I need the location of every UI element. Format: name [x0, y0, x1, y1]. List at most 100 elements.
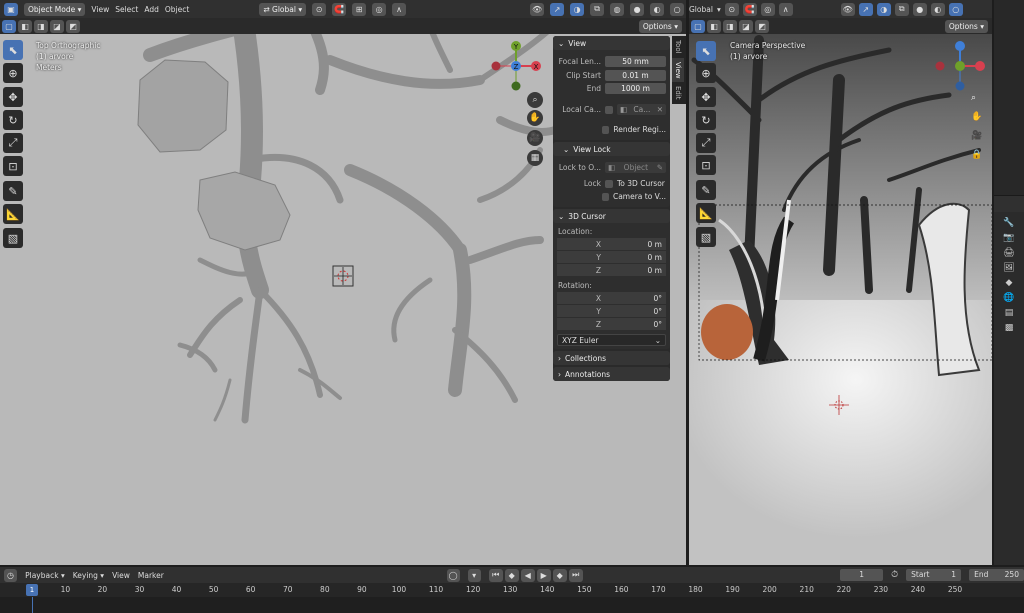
select-subtract-icon[interactable]: ◨ [723, 19, 737, 33]
collection-properties-icon[interactable]: ▤ [1005, 308, 1014, 318]
shading-material-icon[interactable]: ◐ [930, 2, 945, 16]
shading-rendered-icon[interactable]: ○ [948, 2, 963, 16]
menu-select[interactable]: Select [115, 5, 138, 14]
jump-start-icon[interactable]: ⏮ [488, 568, 503, 582]
pan-hand-icon[interactable]: ✋ [971, 112, 985, 126]
camera-navigation-gizmo[interactable] [934, 38, 990, 94]
tab-tool[interactable]: Tool [672, 36, 684, 58]
record-icon[interactable]: ◯ [446, 568, 460, 582]
transform-tool-icon[interactable]: ⊡ [696, 155, 716, 175]
xray-icon[interactable]: ⧉ [894, 2, 909, 16]
select-tool-icon[interactable]: ⬉ [3, 40, 23, 60]
to-3d-cursor-checkbox[interactable] [605, 179, 613, 188]
3d-cursor-header[interactable]: ⌄ 3D Cursor [553, 209, 670, 223]
location-z-field[interactable]: 0 m [601, 266, 662, 275]
jump-end-icon[interactable]: ⏭ [568, 568, 583, 582]
shading-material-icon[interactable]: ◐ [650, 2, 665, 16]
annotate-tool-icon[interactable]: ✎ [696, 180, 716, 200]
lock-camera-icon[interactable]: 🔒 [971, 150, 985, 164]
render-properties-icon[interactable]: 📷 [1003, 233, 1014, 243]
overlay-toggle-icon[interactable]: ◑ [570, 2, 585, 16]
scale-tool-icon[interactable]: ⤢ [3, 133, 23, 153]
menu-add[interactable]: Add [144, 5, 159, 14]
timeline-ruler[interactable]: 1 10 20 30 40 50 60 70 80 90 100 110 120 130 140 150 16… [0, 583, 1024, 597]
select-box-icon[interactable]: ▢ [2, 19, 16, 33]
options-dropdown-right[interactable]: Options ▾ [944, 19, 988, 33]
proportional-edit-icon[interactable]: ◎ [760, 2, 775, 16]
select-intersect-icon[interactable]: ◩ [755, 19, 769, 33]
rotation-x-field[interactable]: 0° [601, 294, 662, 303]
select-subtract-icon[interactable]: ◨ [34, 19, 48, 33]
falloff-icon[interactable]: ∧ [778, 2, 793, 16]
scene-properties-icon[interactable]: ◆ [1006, 278, 1013, 288]
gizmo-toggle-icon[interactable]: ↗ [550, 2, 565, 16]
stopwatch-icon[interactable]: ⏱ [891, 570, 898, 580]
menu-object[interactable]: Object [165, 5, 189, 14]
rotate-tool-icon[interactable]: ↻ [3, 110, 23, 130]
pan-hand-icon[interactable]: ✋ [527, 110, 543, 126]
move-tool-icon[interactable]: ✥ [696, 87, 716, 107]
transform-tool-icon[interactable]: ⊡ [3, 156, 23, 176]
annotate-tool-icon[interactable]: ✎ [3, 181, 23, 201]
add-cube-tool-icon[interactable]: ▧ [696, 227, 716, 247]
menu-view[interactable]: View [91, 5, 109, 14]
view-section-header[interactable]: ⌄ View [553, 36, 670, 50]
view-lock-header[interactable]: ⌄ View Lock [553, 142, 670, 156]
keying-menu[interactable]: Keying ▾ [73, 571, 104, 580]
focal-length-field[interactable]: 50 mm [605, 56, 666, 67]
shading-solid-icon[interactable]: ● [630, 2, 645, 16]
local-camera-checkbox[interactable] [605, 105, 613, 114]
world-properties-icon[interactable]: 🌐 [1003, 293, 1014, 303]
object-mode-dropdown[interactable]: Object Mode ▾ [24, 2, 86, 16]
select-extend-icon[interactable]: ◧ [18, 19, 32, 33]
end-frame-field[interactable]: End 250 [969, 569, 1024, 581]
scale-tool-icon[interactable]: ⤢ [696, 133, 716, 153]
visibility-icon[interactable]: 👁 [530, 2, 545, 16]
cursor-tool-icon[interactable]: ⊕ [696, 63, 716, 83]
output-properties-icon[interactable]: 🖨 [1003, 248, 1014, 258]
right-orientation-label[interactable]: Global [689, 5, 713, 14]
tab-view[interactable]: View [672, 57, 684, 83]
texture-properties-icon[interactable]: ▩ [1005, 323, 1014, 333]
eyedropper-icon[interactable]: ✎ [657, 163, 663, 172]
location-y-field[interactable]: 0 m [601, 253, 662, 262]
shading-solid-icon[interactable]: ● [912, 2, 927, 16]
select-tool-icon[interactable]: ⬉ [696, 41, 716, 61]
collections-panel-header[interactable]: › Collections [553, 351, 670, 365]
cursor-tool-icon[interactable]: ⊕ [3, 63, 23, 83]
rotation-y-field[interactable]: 0° [601, 307, 662, 316]
gizmo-toggle-icon[interactable]: ↗ [858, 2, 873, 16]
zoom-icon[interactable]: ⌕ [971, 93, 985, 107]
camera-view-icon[interactable]: 🎥 [527, 130, 543, 146]
perspective-grid-icon[interactable]: ▦ [527, 150, 543, 166]
shading-wireframe-icon[interactable]: ◍ [610, 2, 625, 16]
location-x-field[interactable]: 0 m [601, 240, 662, 249]
marker-menu[interactable]: Marker [138, 571, 164, 580]
rotation-mode-dropdown[interactable]: XYZ Euler ⌄ [557, 334, 666, 346]
overlay-toggle-icon[interactable]: ◑ [876, 2, 891, 16]
camera-view-icon[interactable]: 🎥 [971, 131, 985, 145]
playhead[interactable]: 1 [26, 584, 38, 596]
rotation-z-field[interactable]: 0° [601, 320, 662, 329]
shading-rendered-icon[interactable]: ○ [670, 2, 685, 16]
render-region-checkbox[interactable] [601, 125, 610, 134]
snap-icon[interactable]: 🧲 [742, 2, 757, 16]
editor-type-icon[interactable]: ▣ [4, 2, 18, 16]
visibility-icon[interactable]: 👁 [840, 2, 855, 16]
right-viewport[interactable]: Global ▾ ⊙ 🧲 ◎ ∧ 👁 ↗ ◑ ⧉ ● ◐ ○ ▢ ◧ ◨ ◪ ◩… [689, 0, 992, 565]
select-invert-icon[interactable]: ◪ [50, 19, 64, 33]
falloff-icon[interactable]: ∧ [392, 2, 407, 16]
auto-key-icon[interactable]: ▾ [467, 568, 481, 582]
select-extend-icon[interactable]: ◧ [707, 19, 721, 33]
clear-icon[interactable]: ✕ [657, 105, 663, 114]
measure-tool-icon[interactable]: 📐 [3, 204, 23, 224]
add-cube-tool-icon[interactable]: ▧ [3, 228, 23, 248]
options-dropdown-left[interactable]: Options ▾ [638, 19, 682, 33]
tool-properties-icon[interactable]: 🔧 [1003, 218, 1014, 228]
pivot-point-icon[interactable]: ⊙ [312, 2, 327, 16]
annotations-panel-header[interactable]: › Annotations [553, 367, 670, 381]
lock-to-object-field[interactable]: ◧ Object ✎ [605, 162, 666, 173]
playback-menu[interactable]: Playback ▾ [25, 571, 65, 580]
measure-tool-icon[interactable]: 📐 [696, 203, 716, 223]
pivot-point-icon[interactable]: ⊙ [724, 2, 739, 16]
